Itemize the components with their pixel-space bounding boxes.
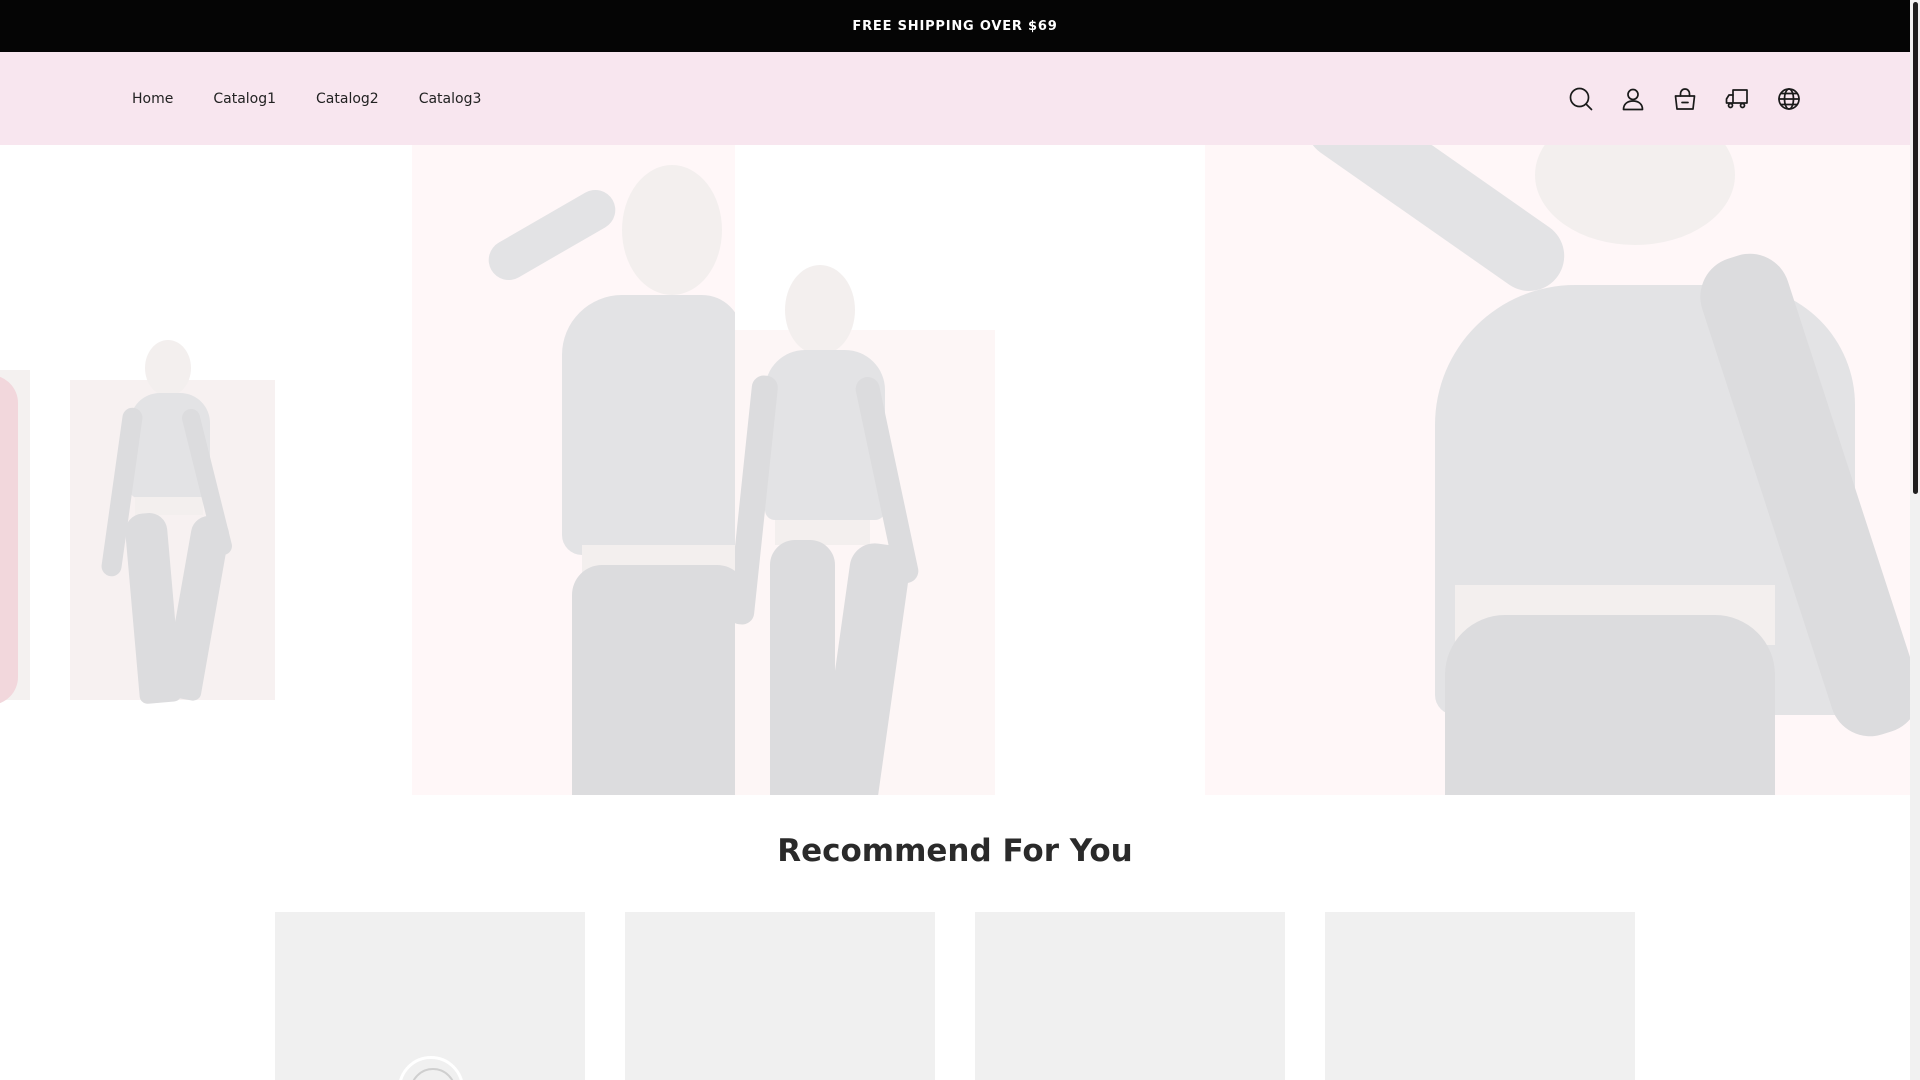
nav-item-catalog3[interactable]: Catalog3 [419,91,482,107]
product-card[interactable] [975,912,1285,1080]
header-actions [1568,52,1802,145]
shipping-truck-icon[interactable] [1724,86,1750,112]
product-card[interactable] [1325,912,1635,1080]
main-nav: Home Catalog1 Catalog2 Catalog3 [132,52,481,145]
search-icon[interactable] [1568,86,1594,112]
site-header: Home Catalog1 Catalog2 Catalog3 [0,52,1910,145]
hero-panel-4 [1205,145,1910,795]
nav-item-home[interactable]: Home [132,91,173,107]
scrollbar-thumb[interactable] [1913,2,1918,494]
cart-icon[interactable] [1672,86,1698,112]
hero-panel-3 [735,145,1205,795]
recommend-product-list [275,912,1635,1080]
hero-panel-1 [0,145,412,795]
nav-item-catalog1[interactable]: Catalog1 [213,91,276,107]
hero-panel-2 [412,145,735,795]
loading-spinner-icon [398,1056,464,1080]
section-title: Recommend For You [777,833,1133,869]
nav-item-catalog2[interactable]: Catalog2 [316,91,379,107]
announcement-bar: FREE SHIPPING OVER $69 [0,0,1910,52]
announcement-text: FREE SHIPPING OVER $69 [852,18,1058,34]
globe-icon[interactable] [1776,86,1802,112]
account-icon[interactable] [1620,86,1646,112]
hero-image-collage [0,145,1910,795]
product-card[interactable] [625,912,935,1080]
product-card[interactable] [275,912,585,1080]
